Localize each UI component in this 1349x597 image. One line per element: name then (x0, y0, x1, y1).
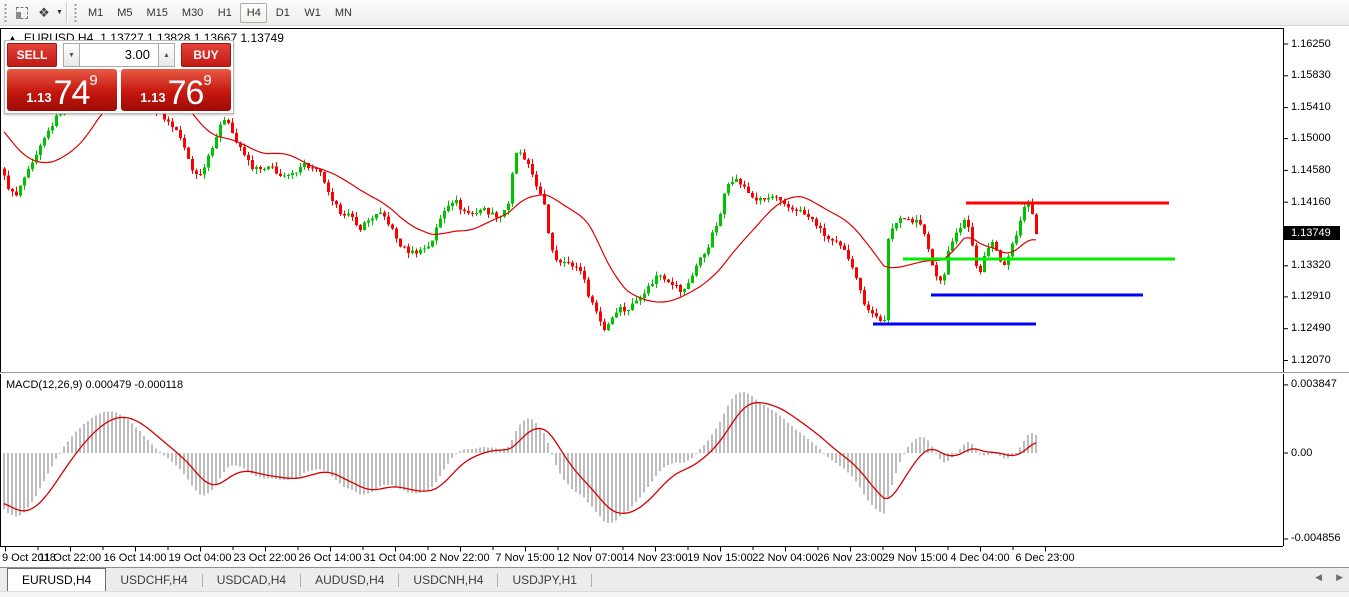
volume-decrease-button[interactable]: ▼ (64, 44, 80, 66)
price-axis-label: 1.12910 (1291, 290, 1331, 302)
time-axis-label: 6 Dec 23:00 (1015, 552, 1074, 564)
chart-tab-usdcad[interactable]: USDCAD,H4 (203, 569, 300, 591)
time-axis-label: 11 Oct 22:00 (39, 552, 101, 564)
macd-axis-label: 0.003847 (1291, 378, 1337, 390)
timeframe-button-h1[interactable]: H1 (211, 3, 238, 23)
price-axis-label: 1.12070 (1291, 354, 1331, 366)
timeframe-button-w1[interactable]: W1 (298, 3, 327, 23)
timeframe-button-mn[interactable]: MN (329, 3, 358, 23)
toolbar-grip-2[interactable] (73, 4, 78, 22)
price-axis-label: 1.15000 (1291, 132, 1331, 144)
timeframe-button-m1[interactable]: M1 (82, 3, 109, 23)
toolbar-grip[interactable] (3, 4, 8, 22)
volume-increase-button[interactable]: ▲ (158, 44, 174, 66)
time-axis-label: 19 Nov 15:00 (687, 552, 752, 564)
sell-quote-button[interactable]: 1.13749 (7, 69, 117, 111)
timeframe-button-m5[interactable]: M5 (111, 3, 138, 23)
volume-input[interactable]: 3.00 (80, 44, 158, 66)
one-click-trading-panel: SELL ▼ 3.00 ▲ BUY 1.13749 1.13769 (4, 40, 234, 114)
buy-quote-button[interactable]: 1.13769 (121, 69, 231, 111)
toolbar: ❖ ▼ M1M5M15M30H1H4D1W1MN (0, 0, 1349, 26)
macd-axis-label: -0.004856 (1291, 532, 1341, 544)
timeframe-button-m15[interactable]: M15 (141, 3, 174, 23)
chevron-down-icon[interactable]: ▼ (56, 9, 63, 16)
timeframe-button-d1[interactable]: D1 (269, 3, 296, 23)
chart-window[interactable]: ▲ EURUSD,H4 1.13727 1.13828 1.13667 1.13… (0, 26, 1349, 567)
sell-button[interactable]: SELL (7, 43, 57, 67)
current-price-tag: 1.13749 (1284, 226, 1340, 240)
status-strip (0, 591, 1349, 597)
time-axis-label: 23 Oct 22:00 (234, 552, 297, 564)
price-axis-label: 1.14580 (1291, 164, 1331, 176)
time-axis-label: 7 Nov 15:00 (495, 552, 554, 564)
chart-tab-bar: EURUSD,H4USDCHF,H4USDCAD,H4AUDUSD,H4USDC… (0, 567, 1349, 591)
arrange-charts-icon[interactable]: ❖ (33, 3, 55, 23)
volume-stepper: ▼ 3.00 ▲ (63, 43, 175, 67)
time-axis-label: 31 Oct 04:00 (364, 552, 427, 564)
time-axis-label: 22 Nov 04:00 (752, 552, 817, 564)
time-axis-label: 14 Nov 23:00 (622, 552, 687, 564)
price-axis-label: 1.12490 (1291, 322, 1331, 334)
time-axis-label: 26 Nov 23:00 (817, 552, 882, 564)
tab-scroll-left-icon[interactable]: ◀ (1315, 572, 1322, 583)
time-axis-label: 2 Nov 22:00 (430, 552, 489, 564)
buy-button[interactable]: BUY (181, 43, 231, 67)
tab-scroll-right-icon[interactable]: ▶ (1336, 572, 1343, 583)
price-axis-label: 1.13320 (1291, 259, 1331, 271)
chart-tab-audusd[interactable]: AUDUSD,H4 (301, 569, 398, 591)
tab-scroll-buttons: ◀ ▶ (1315, 572, 1343, 583)
timeframe-button-m30[interactable]: M30 (176, 3, 209, 23)
chart-tab-usdchf[interactable]: USDCHF,H4 (106, 569, 201, 591)
tab-separator (591, 574, 592, 587)
timeframe-button-h4[interactable]: H4 (240, 3, 267, 23)
price-axis-label: 1.14160 (1291, 196, 1331, 208)
price-axis-label: 1.16250 (1291, 38, 1331, 50)
macd-axis-label: 0.00 (1291, 447, 1312, 459)
chart-tab-usdjpy[interactable]: USDJPY,H1 (498, 569, 590, 591)
time-axis-label: 4 Dec 04:00 (950, 552, 1009, 564)
time-axis-label: 26 Oct 14:00 (299, 552, 362, 564)
macd-indicator-label: MACD(12,26,9) 0.000479 -0.000118 (6, 379, 183, 391)
timeframe-buttons: M1M5M15M30H1H4D1W1MN (81, 3, 359, 23)
toolbar-separator (66, 3, 67, 23)
chart-tab-eurusd[interactable]: EURUSD,H4 (7, 568, 106, 591)
time-axis-label: 19 Oct 04:00 (169, 552, 232, 564)
mt4-terminal: { "toolbar": { "icons": [ { "name": "cha… (0, 0, 1349, 597)
price-axis-label: 1.15410 (1291, 101, 1331, 113)
chart-tab-usdcnh[interactable]: USDCNH,H4 (399, 569, 497, 591)
price-axis-label: 1.15830 (1291, 69, 1331, 81)
time-axis-label: 16 Oct 14:00 (104, 552, 167, 564)
time-axis-label: 29 Nov 15:00 (882, 552, 947, 564)
time-axis-label: 12 Nov 07:00 (557, 552, 622, 564)
chart-shift-icon[interactable] (11, 3, 33, 23)
